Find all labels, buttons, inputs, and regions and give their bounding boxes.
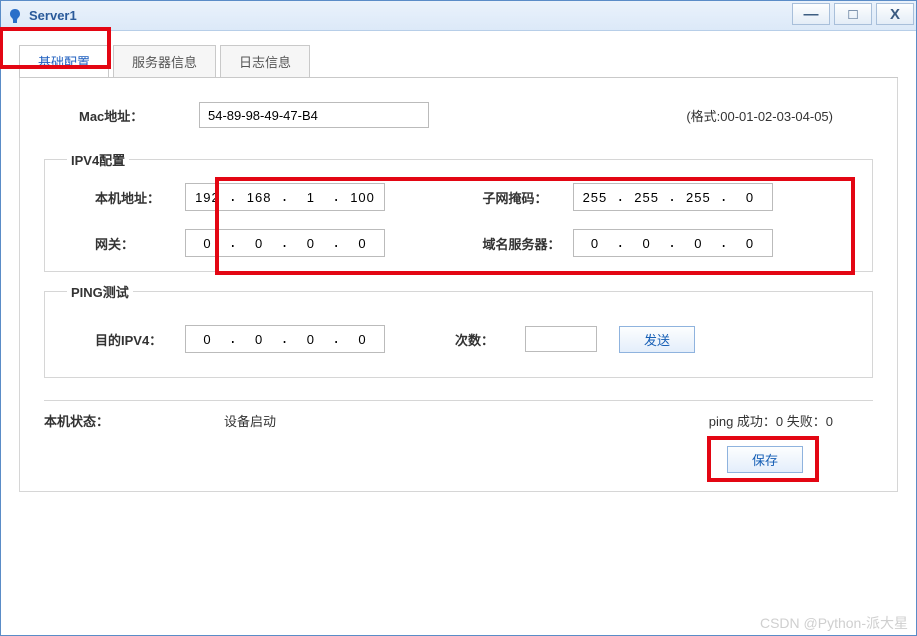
tab-basic-config[interactable]: 基础配置 bbox=[19, 45, 109, 77]
host-ip-input[interactable]: 192.168.1.100 bbox=[185, 183, 385, 211]
window-title: Server1 bbox=[29, 8, 77, 23]
gateway-input[interactable]: 0.0.0.0 bbox=[185, 229, 385, 257]
ping-result: ping 成功：0 失败：0 bbox=[709, 411, 833, 430]
mac-format-hint: (格式:00-01-02-03-04-05) bbox=[686, 106, 833, 125]
watermark: CSDN @Python-派大星 bbox=[760, 613, 908, 633]
mac-input[interactable] bbox=[199, 102, 429, 128]
dns-input[interactable]: 0.0.0.0 bbox=[573, 229, 773, 257]
ping-fieldset: PING测试 目的IPV4： 0.0.0.0 次数： 发送 bbox=[44, 282, 873, 378]
dns-label: 域名服务器： bbox=[483, 234, 573, 253]
save-button[interactable]: 保存 bbox=[727, 446, 803, 473]
ping-target-input[interactable]: 0.0.0.0 bbox=[185, 325, 385, 353]
ping-count-label: 次数： bbox=[455, 330, 525, 349]
ping-target-label: 目的IPV4： bbox=[95, 330, 185, 349]
close-button[interactable]: X bbox=[876, 3, 914, 25]
host-ip-label: 本机地址： bbox=[95, 188, 185, 207]
app-icon bbox=[7, 8, 23, 24]
mask-label: 子网掩码： bbox=[483, 188, 573, 207]
titlebar: Server1 — □ X bbox=[1, 1, 916, 31]
ping-count-input[interactable] bbox=[525, 326, 597, 352]
ipv4-fieldset: IPV4配置 本机地址： 192.168.1.100 子网掩码： 255.255… bbox=[44, 150, 873, 272]
tab-server-info[interactable]: 服务器信息 bbox=[113, 45, 216, 77]
ipv4-legend: IPV4配置 bbox=[67, 150, 129, 169]
gateway-label: 网关： bbox=[95, 234, 185, 253]
host-status-label: 本机状态： bbox=[44, 411, 224, 430]
status-bar: 本机状态： 设备启动 ping 成功：0 失败：0 bbox=[44, 400, 873, 430]
content-area: 基础配置 服务器信息 日志信息 Mac地址： (格式:00-01-02-03-0… bbox=[1, 31, 916, 500]
mask-input[interactable]: 255.255.255.0 bbox=[573, 183, 773, 211]
ping-legend: PING测试 bbox=[67, 282, 133, 301]
mac-label: Mac地址： bbox=[79, 106, 199, 125]
host-status-value: 设备启动 bbox=[224, 411, 584, 430]
window-frame: Server1 — □ X 基础配置 服务器信息 日志信息 Mac地址： (格式… bbox=[0, 0, 917, 636]
minimize-button[interactable]: — bbox=[792, 3, 830, 25]
send-button[interactable]: 发送 bbox=[619, 326, 695, 353]
tab-bar: 基础配置 服务器信息 日志信息 bbox=[19, 45, 898, 78]
maximize-button[interactable]: □ bbox=[834, 3, 872, 25]
tab-log-info[interactable]: 日志信息 bbox=[220, 45, 310, 77]
tab-panel: Mac地址： (格式:00-01-02-03-04-05) IPV4配置 本机地… bbox=[19, 78, 898, 492]
